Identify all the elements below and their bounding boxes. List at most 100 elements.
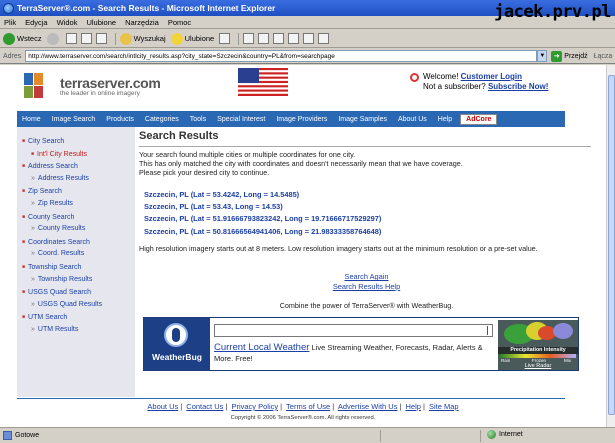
footer-privacy-policy[interactable]: Privacy Policy	[231, 402, 278, 411]
main-nav: Home Image Search Products Categories To…	[17, 111, 565, 127]
search-button[interactable]: Wyszukaj	[119, 32, 166, 45]
nav-image-samples[interactable]: Image Samples	[338, 116, 387, 123]
back-button[interactable]: Wstecz	[3, 32, 42, 45]
sidebar-item-utm-results[interactable]: UTM Results	[17, 324, 135, 337]
links-label[interactable]: Łącza	[594, 53, 613, 60]
nav-special-interest[interactable]: Special Interest	[217, 116, 265, 123]
stop-icon[interactable]	[65, 33, 77, 44]
page-done-icon	[3, 431, 12, 440]
menu-tools[interactable]: Narzędzia	[125, 18, 159, 27]
intro-line: Your search found multiple cities or mul…	[139, 150, 356, 159]
terraserver-logo-icon[interactable]	[24, 73, 44, 99]
sidebar-item-county-results[interactable]: County Results	[17, 223, 135, 236]
sidebar-item-coordinates-search[interactable]: Coordinates Search	[17, 236, 135, 249]
footer-links: About Us | Contact Us | Privacy Policy | Te…	[147, 402, 459, 411]
forward-button[interactable]	[46, 32, 61, 45]
sidebar-item-city-search[interactable]: City Search	[17, 135, 135, 148]
go-button[interactable]: ➜ Przejdź	[551, 50, 588, 62]
logo-text[interactable]: terraserver.com	[60, 75, 161, 91]
sidebar-item-usgs-quad-search[interactable]: USGS Quad Search	[17, 286, 135, 299]
favorites-button[interactable]: Ulubione	[170, 32, 214, 45]
subscribe-now-link[interactable]: Subscribe Now!	[488, 82, 548, 91]
logo-tagline: the leader in online imagery	[60, 90, 140, 97]
results-list: Szczecin, PL (Lat = 53.4242, Long = 14.5…	[139, 189, 594, 239]
sidebar-item-utm-search[interactable]: UTM Search	[17, 311, 135, 324]
title-divider	[139, 146, 591, 147]
weatherbug-logo[interactable]: WeatherBug	[144, 318, 210, 370]
result-link[interactable]: Szczecin, PL (Lat = 53.4242, Long = 14.5…	[144, 189, 594, 201]
footer-help[interactable]: Help	[406, 402, 421, 411]
live-radar-link[interactable]: Live Radar	[498, 363, 578, 369]
nav-categories[interactable]: Categories	[145, 116, 179, 123]
footer-advertise[interactable]: Advertise With Us	[338, 402, 398, 411]
history-icon[interactable]	[219, 33, 231, 44]
menu-view[interactable]: Widok	[57, 18, 78, 27]
refresh-icon[interactable]	[80, 33, 92, 44]
scrollbar-thumb[interactable]	[608, 75, 615, 415]
result-link[interactable]: Szczecin, PL (Lat = 50.81666564941406, L…	[144, 226, 594, 238]
address-label: Adres	[3, 52, 22, 60]
intro-text: Your search found multiple cities or mul…	[139, 150, 594, 178]
edit-icon[interactable]	[273, 33, 285, 44]
search-links: Search Again Search Results Help	[139, 272, 594, 291]
radar-map[interactable]: Precipitation Intensity Rain Frozen Mix …	[498, 320, 578, 370]
menu-edit[interactable]: Edycja	[25, 18, 48, 27]
vertical-scrollbar[interactable]	[606, 65, 615, 427]
intro-line: This has only matched the city with coor…	[139, 159, 463, 169]
toolbar: Wstecz Wyszukaj Ulubione	[0, 30, 615, 48]
status-pane-divider	[380, 430, 381, 442]
menu-favorites[interactable]: Ulubione	[86, 18, 116, 27]
result-link[interactable]: Szczecin, PL (Lat = 51.91666793823242, L…	[144, 213, 594, 225]
not-subscriber-text: Not a subscriber?	[423, 82, 486, 91]
nav-help[interactable]: Help	[438, 116, 452, 123]
sidebar-item-address-search[interactable]: Address Search	[17, 160, 135, 173]
sidebar-item-county-search[interactable]: County Search	[17, 211, 135, 224]
sidebar-item-zip-search[interactable]: Zip Search	[17, 185, 135, 198]
radar-caption: Precipitation Intensity	[498, 347, 578, 354]
result-link[interactable]: Szczecin, PL (Lat = 53.43, Long = 14.53)	[144, 201, 594, 213]
globe-icon	[487, 430, 496, 439]
bluetooth-icon[interactable]	[318, 33, 330, 44]
address-input[interactable]: http://www.terraserver.com/search/intlci…	[25, 50, 538, 62]
search-results-help-link[interactable]: Search Results Help	[139, 282, 594, 292]
sidebar-item-township-search[interactable]: Township Search	[17, 261, 135, 274]
customer-login-link[interactable]: Customer Login	[461, 72, 522, 81]
nav-image-search[interactable]: Image Search	[52, 116, 96, 123]
search-again-link[interactable]: Search Again	[139, 272, 594, 282]
weatherbug-search-input[interactable]	[214, 324, 493, 337]
sidebar-item-address-results[interactable]: Address Results	[17, 173, 135, 186]
footer-about-us[interactable]: About Us	[147, 402, 178, 411]
status-bar: Gotowe Internet	[0, 427, 615, 443]
back-arrow-icon	[3, 32, 15, 45]
folder-icon[interactable]	[288, 33, 300, 44]
address-dropdown-icon[interactable]: ▼	[537, 50, 548, 62]
mail-icon[interactable]	[243, 33, 255, 44]
nav-products[interactable]: Products	[106, 116, 134, 123]
sidebar-item-zip-results[interactable]: Zip Results	[17, 198, 135, 211]
weatherbug-bug-icon	[164, 323, 188, 347]
weatherbug-widget: WeatherBug Current Local Weather Live St…	[143, 317, 579, 371]
footer-terms-of-use[interactable]: Terms of Use	[286, 402, 330, 411]
adcore-button[interactable]: AdCore	[460, 113, 498, 125]
home-icon[interactable]	[95, 33, 107, 44]
menu-file[interactable]: Plik	[4, 18, 16, 27]
nav-image-providers[interactable]: Image Providers	[276, 116, 327, 123]
print-icon[interactable]	[258, 33, 270, 44]
footer-contact-us[interactable]: Contact Us	[186, 402, 223, 411]
sidebar-item-usgs-quad-results[interactable]: USGS Quad Results	[17, 299, 135, 312]
nav-about-us[interactable]: About Us	[398, 116, 427, 123]
nav-tools[interactable]: Tools	[190, 116, 206, 123]
messenger-icon[interactable]	[303, 33, 315, 44]
sidebar-item-intl-city-results[interactable]: Int'l City Results	[17, 148, 135, 161]
current-local-weather-link[interactable]: Current Local Weather	[214, 342, 309, 353]
sidebar-item-township-results[interactable]: Township Results	[17, 274, 135, 287]
lifebuoy-icon	[410, 73, 419, 82]
menu-help[interactable]: Pomoc	[168, 18, 191, 27]
site-header: terraserver.com the leader in online ima…	[0, 65, 606, 111]
nav-home[interactable]: Home	[22, 116, 41, 123]
sidebar-item-coord-results[interactable]: Coord. Results	[17, 248, 135, 261]
page-viewport: terraserver.com the leader in online ima…	[0, 65, 606, 427]
footer-site-map[interactable]: Site Map	[429, 402, 459, 411]
go-arrow-icon: ➜	[551, 50, 563, 62]
forward-arrow-icon	[46, 32, 59, 45]
